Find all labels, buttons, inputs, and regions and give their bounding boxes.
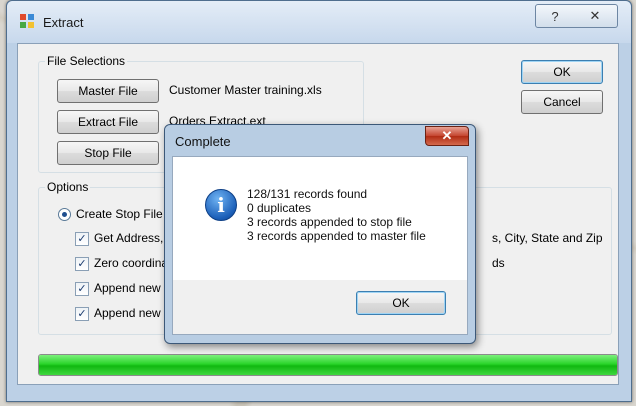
progress-fill: [39, 355, 617, 375]
master-file-path: Customer Master training.xls: [169, 83, 322, 97]
create-stop-file-radio[interactable]: [58, 208, 71, 221]
checkbox-append-new-2-label: Append new a: [94, 306, 171, 320]
window-close-button[interactable]: ✕: [573, 4, 618, 28]
help-icon: ?: [551, 8, 559, 24]
dialog-message-line: 3 records appended to stop file: [247, 215, 412, 229]
get-address-label-tail: s, City, State and Zip: [492, 231, 603, 245]
dialog-message-line: 3 records appended to master file: [247, 229, 426, 243]
dialog-footer: OK: [172, 280, 468, 335]
dialog-title: Complete: [175, 134, 231, 149]
options-legend: Options: [45, 180, 91, 194]
help-button[interactable]: ?: [535, 4, 575, 28]
info-icon: i: [205, 189, 237, 221]
checkbox-append-new-1-label: Append new a: [94, 281, 171, 295]
cancel-button[interactable]: Cancel: [521, 90, 603, 114]
ok-button[interactable]: OK: [521, 60, 603, 84]
checkbox-get-address[interactable]: ✓: [75, 232, 89, 246]
file-selections-legend: File Selections: [45, 54, 128, 68]
checkbox-append-new-2[interactable]: ✓: [75, 307, 89, 321]
progress-bar: [38, 354, 618, 376]
master-file-button[interactable]: Master File: [57, 79, 159, 103]
zero-coordinates-label-tail: ds: [492, 256, 505, 270]
dialog-message-line: 128/131 records found: [247, 187, 368, 201]
close-icon: ✕: [441, 128, 453, 143]
title-bar: Extract ? ✕: [7, 1, 631, 43]
app-icon: [20, 14, 34, 28]
dialog-ok-button[interactable]: OK: [356, 291, 446, 315]
extract-file-button[interactable]: Extract File: [57, 110, 159, 134]
stop-file-button[interactable]: Stop File: [57, 141, 159, 165]
close-icon: ✕: [589, 8, 601, 23]
dialog-body: i 128/131 records found 0 duplicates 3 r…: [172, 156, 468, 282]
checkbox-zero-coordinates-label: Zero coordinat: [94, 256, 172, 270]
checkbox-zero-coordinates[interactable]: ✓: [75, 257, 89, 271]
window-title: Extract: [43, 15, 84, 30]
complete-dialog: Complete ✕ i 128/131 records found 0 dup…: [164, 124, 476, 344]
dialog-close-button[interactable]: ✕: [425, 126, 469, 146]
create-stop-file-label: Create Stop File: [76, 207, 163, 221]
checkbox-append-new-1[interactable]: ✓: [75, 282, 89, 296]
dialog-message-line: 0 duplicates: [247, 201, 312, 215]
